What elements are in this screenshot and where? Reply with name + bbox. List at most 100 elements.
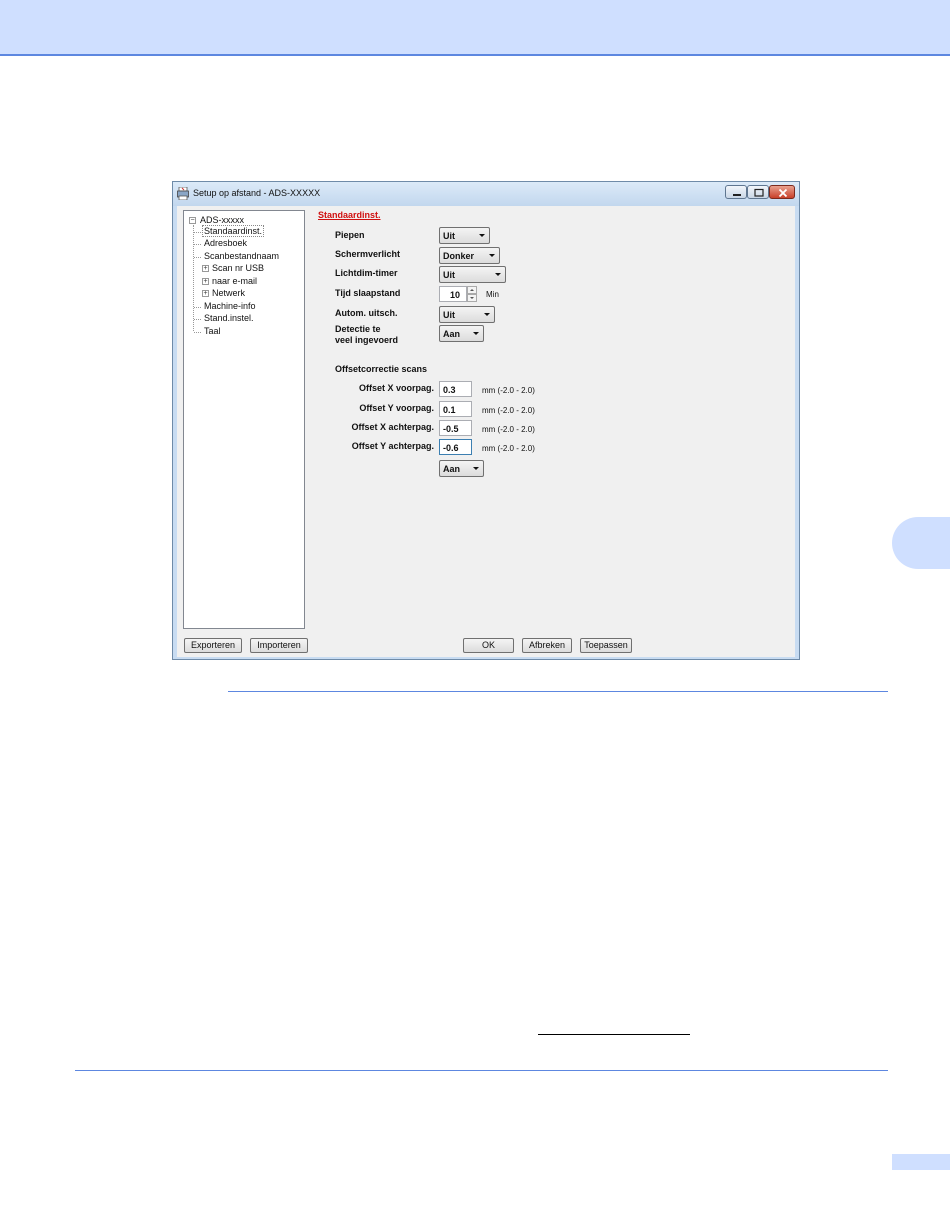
page-number-tab xyxy=(892,1154,950,1170)
tree-branch xyxy=(194,319,201,320)
expand-icon[interactable]: + xyxy=(202,278,209,285)
autom-uitsch-dropdown[interactable]: Uit xyxy=(439,306,495,323)
offset-x-achterpag-range: mm (-2.0 - 2.0) xyxy=(482,425,535,434)
tree-branch xyxy=(194,307,201,308)
tree-item-label: Netwerk xyxy=(212,288,246,298)
minimize-icon xyxy=(733,194,741,196)
tree-item-label: Scanbestandnaam xyxy=(204,251,280,261)
tree-item-taal[interactable]: Taal xyxy=(184,326,304,338)
detectie-label-line2: veel ingevoerd xyxy=(335,335,399,345)
dropdown-value: Uit xyxy=(443,310,455,320)
dropdown-value: Donker xyxy=(443,251,475,261)
dropdown-value: Uit xyxy=(443,231,455,241)
chevron-down-icon xyxy=(484,313,490,316)
expand-icon[interactable]: + xyxy=(202,265,209,272)
tree-item-adresboek[interactable]: Adresboek xyxy=(184,238,304,250)
tree-item-machine-info[interactable]: Machine-info xyxy=(184,301,304,313)
input-value: 0.3 xyxy=(443,385,456,395)
maximize-button[interactable] xyxy=(747,185,769,199)
slaapstand-label: Tijd slaapstand xyxy=(335,288,401,298)
input-value: 10 xyxy=(450,290,461,300)
import-button[interactable]: Importeren xyxy=(250,638,308,653)
detectie-label-line1: Detectie te xyxy=(335,324,381,334)
minimize-button[interactable] xyxy=(725,185,747,199)
tree-item-label: Machine-info xyxy=(204,301,256,311)
close-button[interactable] xyxy=(769,185,795,199)
offset-toggle-dropdown[interactable]: Aan xyxy=(439,460,484,477)
cancel-button[interactable]: Afbreken xyxy=(522,638,572,653)
window-client-area: − ADS-xxxxx Standaardinst. Adresboek Sca… xyxy=(177,206,795,657)
input-value: -0.6 xyxy=(443,443,459,453)
close-icon xyxy=(778,188,788,198)
divider-line xyxy=(228,691,888,692)
tree-root-label[interactable]: ADS-xxxxx xyxy=(200,215,244,225)
input-value: 0.1 xyxy=(443,405,456,415)
offset-y-voorpag-input[interactable]: 0.1 xyxy=(439,401,472,417)
chevron-down-icon xyxy=(473,332,479,335)
tree-branch xyxy=(194,232,201,233)
input-value: -0.5 xyxy=(443,424,459,434)
detectie-dropdown[interactable]: Aan xyxy=(439,325,484,342)
collapse-icon[interactable]: − xyxy=(189,217,196,224)
underline-mark xyxy=(538,1034,690,1035)
window-title: Setup op afstand - ADS-XXXXX xyxy=(193,188,321,198)
schermverlicht-label: Schermverlicht xyxy=(335,249,401,259)
offset-y-achterpag-range: mm (-2.0 - 2.0) xyxy=(482,444,535,453)
apply-button[interactable]: Toepassen xyxy=(580,638,632,653)
page-header-band xyxy=(0,0,950,56)
slaapstand-input[interactable]: 10 xyxy=(439,286,467,302)
tree-branch xyxy=(194,257,201,258)
settings-tree[interactable]: − ADS-xxxxx Standaardinst. Adresboek Sca… xyxy=(183,210,305,629)
tree-item-scanbestandnaam[interactable]: Scanbestandnaam xyxy=(184,251,304,263)
lichtdim-timer-label: Lichtdim-timer xyxy=(335,268,398,278)
slaapstand-unit: Min xyxy=(486,290,499,299)
export-button[interactable]: Exporteren xyxy=(184,638,242,653)
offset-y-achterpag-label: Offset Y achterpag. xyxy=(351,441,434,451)
printer-app-icon xyxy=(177,187,189,200)
section-title: Standaardinst. xyxy=(318,210,381,220)
footer-divider-line xyxy=(75,1070,888,1071)
offset-y-voorpag-range: mm (-2.0 - 2.0) xyxy=(482,406,535,415)
tree-branch xyxy=(194,244,201,245)
slaapstand-stepper[interactable] xyxy=(467,286,477,302)
spin-up-button[interactable] xyxy=(467,286,477,294)
tree-item-naar-e-mail[interactable]: + naar e-mail xyxy=(184,276,304,288)
tree-item-label: Standaardinst. xyxy=(201,225,265,237)
tree-item-stand-instel[interactable]: Stand.instel. xyxy=(184,313,304,325)
offset-x-voorpag-input[interactable]: 0.3 xyxy=(439,381,472,397)
chevron-down-icon xyxy=(489,254,495,257)
dropdown-value: Aan xyxy=(443,464,461,474)
arrow-up-icon xyxy=(470,289,474,291)
arrow-down-icon xyxy=(470,297,474,299)
tree-branch xyxy=(194,332,201,333)
remote-setup-window: Setup op afstand - ADS-XXXXX − ADS-xxxxx… xyxy=(172,181,800,660)
offset-section-title: Offsetcorrectie scans xyxy=(335,364,428,374)
tree-item-label: Scan nr USB xyxy=(212,263,265,273)
chevron-down-icon xyxy=(473,467,479,470)
window-titlebar[interactable]: Setup op afstand - ADS-XXXXX xyxy=(173,182,799,206)
offset-x-voorpag-range: mm (-2.0 - 2.0) xyxy=(482,386,535,395)
tree-item-scan-nr-usb[interactable]: + Scan nr USB xyxy=(184,263,304,275)
offset-x-voorpag-label: Offset X voorpag. xyxy=(358,383,434,393)
spin-down-button[interactable] xyxy=(467,294,477,302)
dropdown-value: Uit xyxy=(443,270,455,280)
tree-item-label: Taal xyxy=(204,326,221,336)
chevron-down-icon xyxy=(479,234,485,237)
schermverlicht-dropdown[interactable]: Donker xyxy=(439,247,500,264)
maximize-icon xyxy=(754,188,764,197)
offset-x-achterpag-label: Offset X achterpag. xyxy=(351,422,434,432)
tree-item-label: Stand.instel. xyxy=(204,313,254,323)
dropdown-value: Aan xyxy=(443,329,461,339)
tree-item-netwerk[interactable]: + Netwerk xyxy=(184,288,304,300)
expand-icon[interactable]: + xyxy=(202,290,209,297)
chevron-down-icon xyxy=(495,273,501,276)
lichtdim-timer-dropdown[interactable]: Uit xyxy=(439,266,506,283)
piepen-dropdown[interactable]: Uit xyxy=(439,227,490,244)
offset-x-achterpag-input[interactable]: -0.5 xyxy=(439,420,472,436)
tree-item-label: naar e-mail xyxy=(212,276,258,286)
ok-button[interactable]: OK xyxy=(463,638,514,653)
offset-y-achterpag-input[interactable]: -0.6 xyxy=(439,439,472,455)
tree-item-standaardinst[interactable]: Standaardinst. xyxy=(184,225,304,238)
autom-uitsch-label: Autom. uitsch. xyxy=(335,308,398,318)
offset-y-voorpag-label: Offset Y voorpag. xyxy=(359,403,434,413)
